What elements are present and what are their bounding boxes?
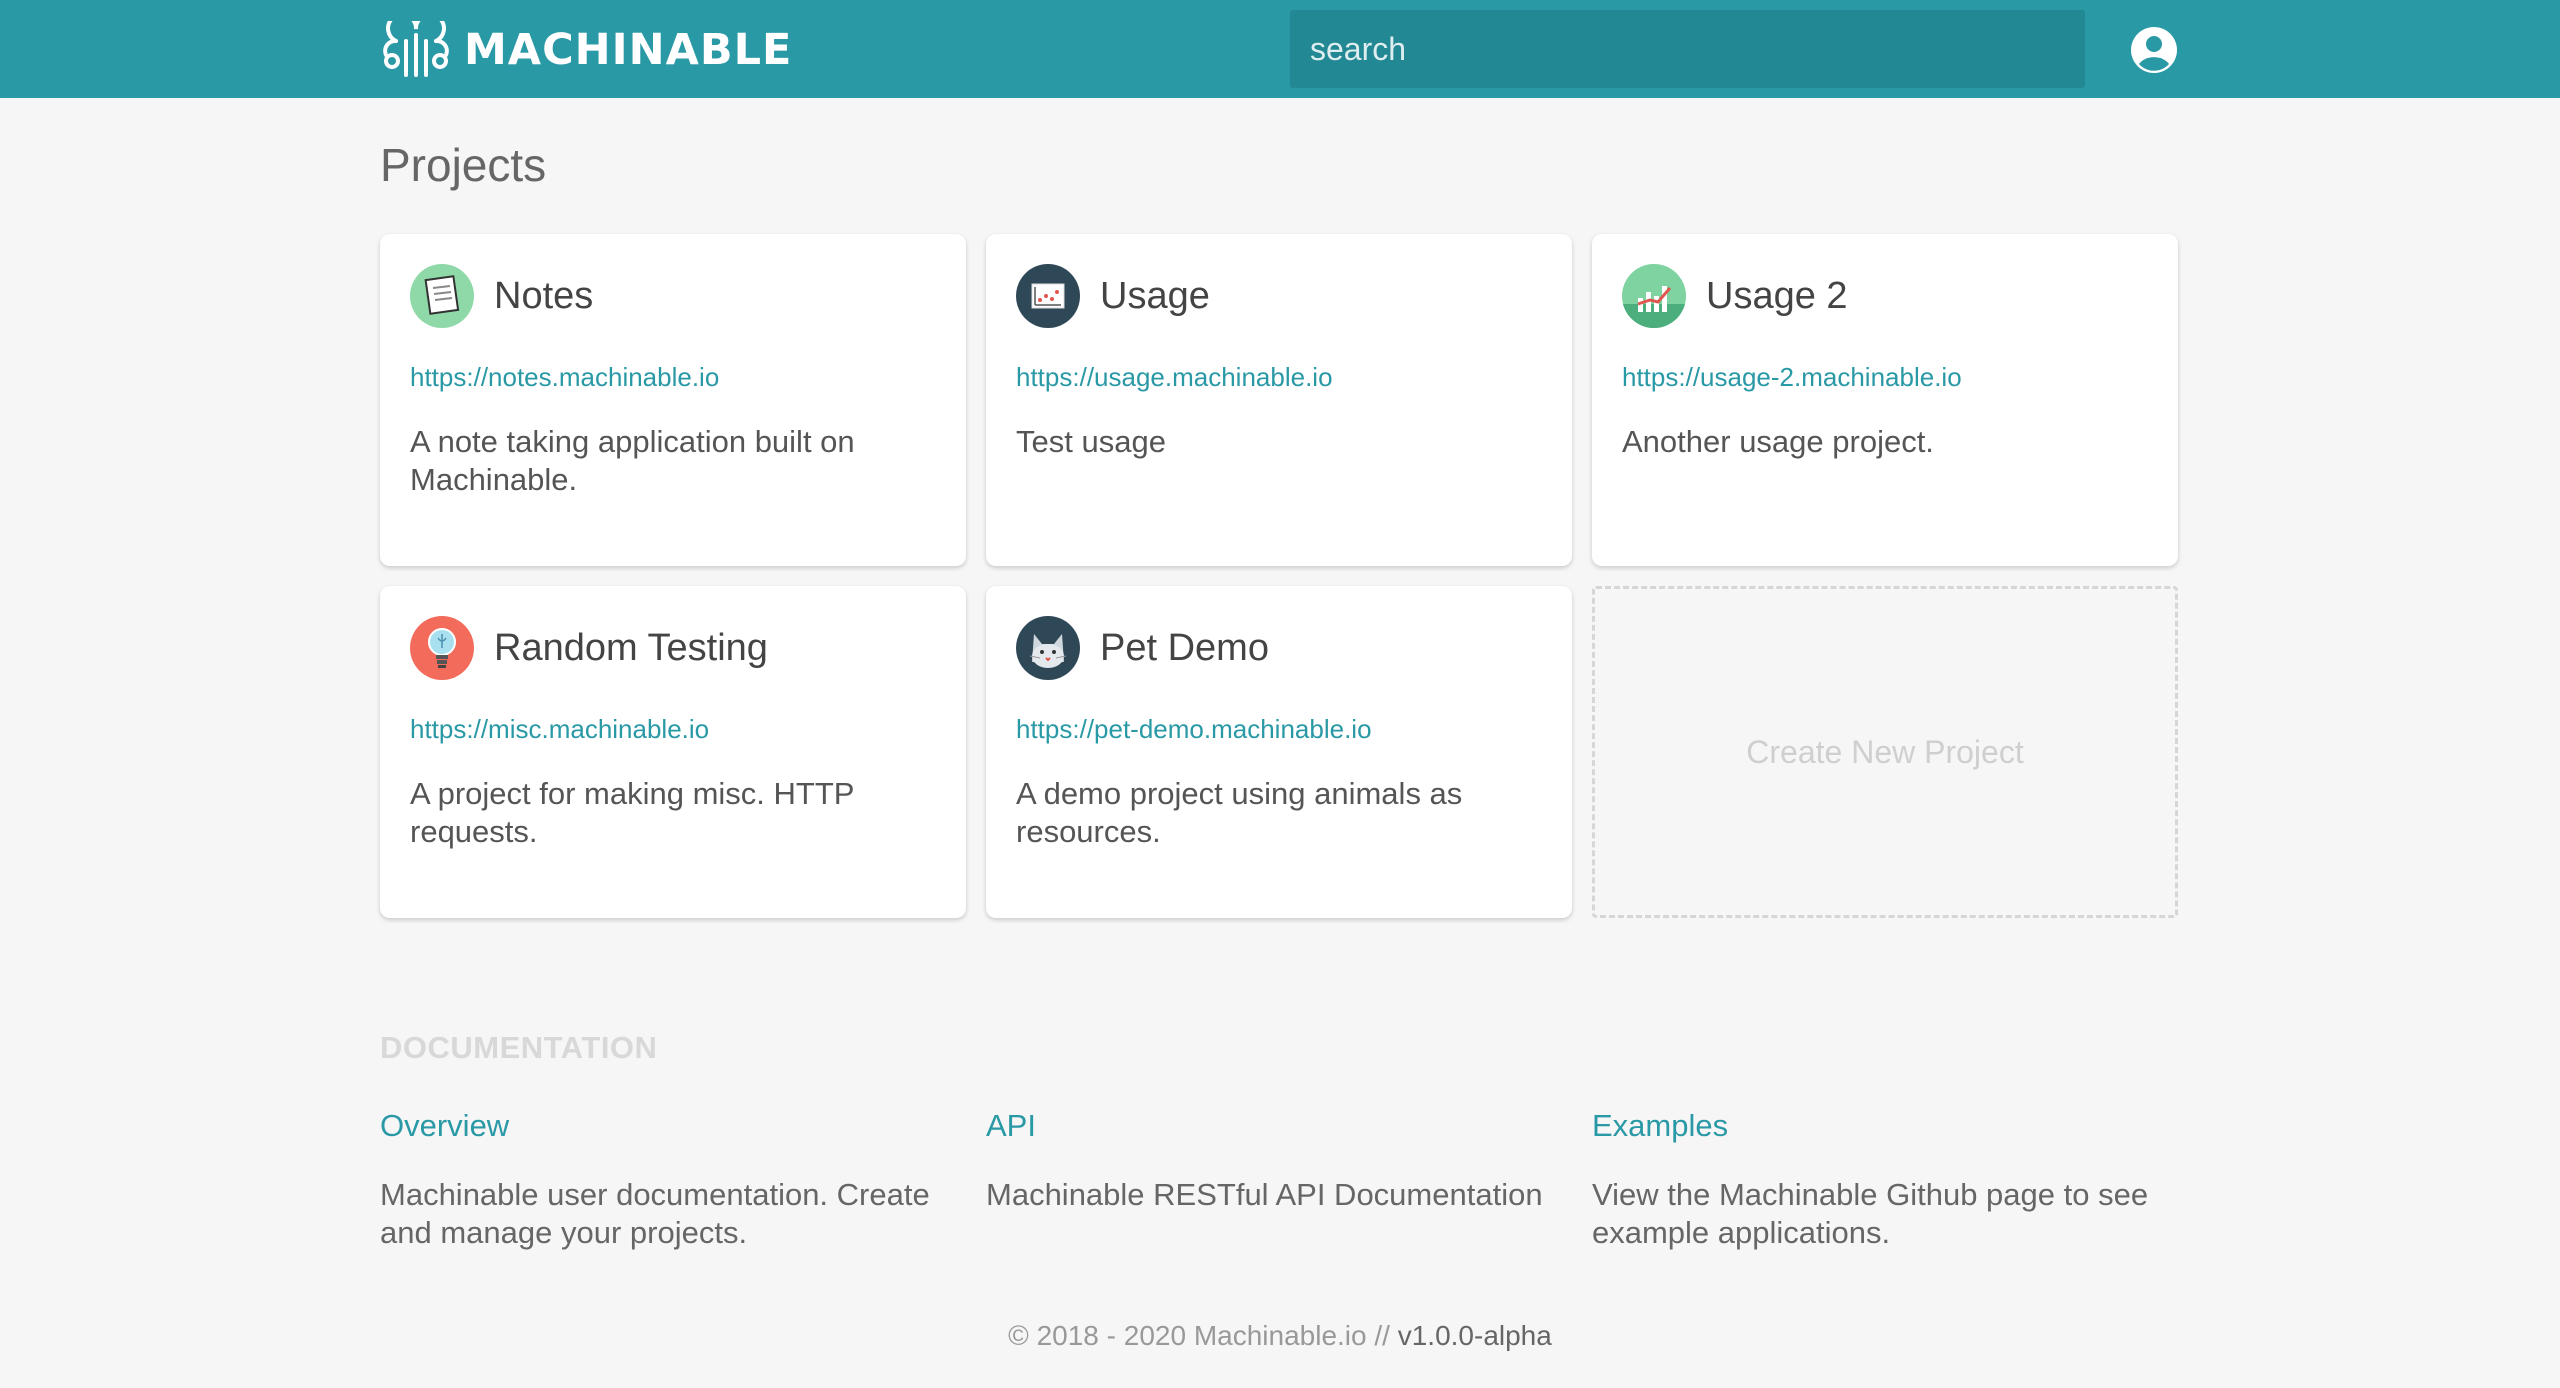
doc-link-examples[interactable]: Examples bbox=[1592, 1108, 2178, 1144]
doc-item-api: API Machinable RESTful API Documentation bbox=[986, 1108, 1572, 1252]
project-url[interactable]: https://usage-2.machinable.io bbox=[1622, 362, 2148, 393]
project-description: A note taking application built on Machi… bbox=[410, 424, 855, 497]
project-card-notes[interactable]: Notes https://notes.machinable.io A note… bbox=[380, 234, 966, 566]
project-card-usage[interactable]: Usage https://usage.machinable.io Test u… bbox=[986, 234, 1572, 566]
copyright-text: © 2018 - 2020 Machinable.io // bbox=[1008, 1320, 1398, 1351]
doc-item-examples: Examples View the Machinable Github page… bbox=[1592, 1108, 2178, 1252]
project-card-random-testing[interactable]: Random Testing https://misc.machinable.i… bbox=[380, 586, 966, 918]
version-text: v1.0.0-alpha bbox=[1397, 1320, 1552, 1351]
machinable-logo-icon bbox=[383, 21, 449, 77]
documentation-section: Overview Machinable user documentation. … bbox=[380, 1108, 2180, 1252]
cat-icon bbox=[1016, 616, 1080, 680]
doc-item-overview: Overview Machinable user documentation. … bbox=[380, 1108, 966, 1252]
project-title: Usage 2 bbox=[1706, 274, 1848, 317]
project-description: A demo project using animals as resource… bbox=[1016, 776, 1463, 849]
bar-chart-icon bbox=[1622, 264, 1686, 328]
project-description: Another usage project. bbox=[1622, 424, 1934, 459]
project-description: Test usage bbox=[1016, 424, 1166, 459]
create-new-project-button[interactable]: Create New Project bbox=[1592, 586, 2178, 918]
project-title: Pet Demo bbox=[1100, 626, 1269, 669]
page-title: Projects bbox=[380, 139, 547, 191]
project-card-usage-2[interactable]: Usage 2 https://usage-2.machinable.io An… bbox=[1592, 234, 2178, 566]
lightbulb-icon bbox=[410, 616, 474, 680]
account-icon[interactable] bbox=[2130, 26, 2178, 74]
project-url[interactable]: https://misc.machinable.io bbox=[410, 714, 936, 745]
project-card-pet-demo[interactable]: Pet Demo https://pet-demo.machinable.io … bbox=[986, 586, 1572, 918]
footer: © 2018 - 2020 Machinable.io // v1.0.0-al… bbox=[0, 1320, 2560, 1352]
project-url[interactable]: https://usage.machinable.io bbox=[1016, 362, 1542, 393]
project-url[interactable]: https://notes.machinable.io bbox=[410, 362, 936, 393]
project-url[interactable]: https://pet-demo.machinable.io bbox=[1016, 714, 1542, 745]
notes-icon bbox=[410, 264, 474, 328]
top-header: MACHINABLE bbox=[0, 0, 2560, 98]
brand-name: MACHINABLE bbox=[464, 25, 793, 75]
documentation-heading: DOCUMENTATION bbox=[380, 1030, 658, 1065]
doc-description: Machinable user documentation. Create an… bbox=[380, 1177, 930, 1250]
doc-description: View the Machinable Github page to see e… bbox=[1592, 1177, 2149, 1250]
project-title: Usage bbox=[1100, 274, 1210, 317]
project-title: Random Testing bbox=[494, 626, 768, 669]
brand-logo[interactable]: MACHINABLE bbox=[378, 20, 792, 80]
doc-link-overview[interactable]: Overview bbox=[380, 1108, 966, 1144]
doc-description: Machinable RESTful API Documentation bbox=[986, 1177, 1543, 1212]
project-title: Notes bbox=[494, 274, 594, 317]
chart-icon bbox=[1016, 264, 1080, 328]
doc-link-api[interactable]: API bbox=[986, 1108, 1572, 1144]
project-grid: Notes https://notes.machinable.io A note… bbox=[380, 234, 2180, 918]
project-description: A project for making misc. HTTP requests… bbox=[410, 776, 854, 849]
search-input[interactable] bbox=[1290, 10, 2085, 88]
